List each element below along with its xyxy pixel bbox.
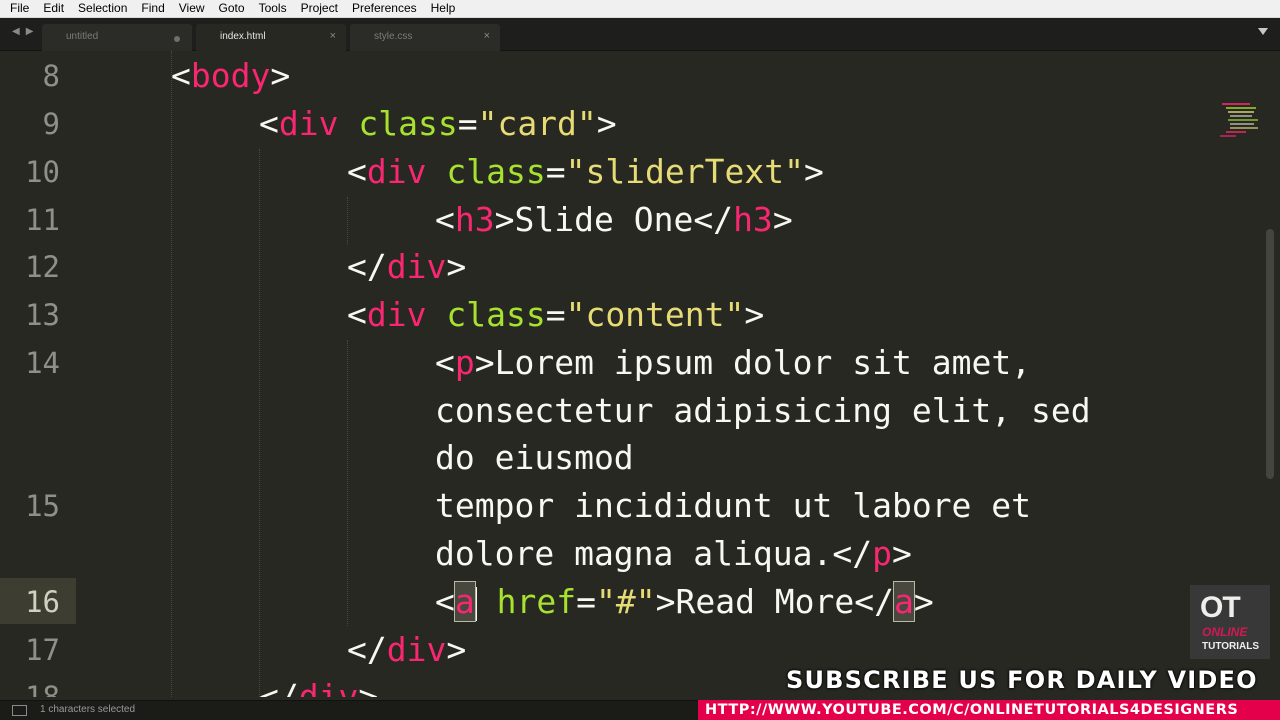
tab-untitled-label: untitled xyxy=(66,31,99,42)
vertical-scrollbar[interactable] xyxy=(1266,229,1274,479)
code-line-10: <div class="sliderText"> xyxy=(347,152,824,191)
indent-guide xyxy=(171,51,172,697)
tag-name: h3 xyxy=(733,200,773,239)
tag-name-matched: a xyxy=(893,581,915,622)
indent-guide xyxy=(347,340,348,626)
text-content: consectetur adipisicing elit, sed xyxy=(435,391,1091,430)
tag-name-selected: a xyxy=(453,581,476,622)
tag-name: div xyxy=(386,630,447,669)
attribute-value: "#" xyxy=(595,582,656,621)
attribute-name: class xyxy=(358,104,458,143)
attribute-value: "sliderText" xyxy=(565,152,804,191)
code-line-14: <p>Lorem ipsum dolor sit amet, xyxy=(435,343,1032,382)
tab-style-label: style.css xyxy=(374,31,413,42)
tab-index-label: index.html xyxy=(220,31,266,42)
indent-guide xyxy=(259,149,260,697)
text-content: Slide One xyxy=(514,200,694,239)
close-icon[interactable]: × xyxy=(484,30,490,42)
attribute-name: class xyxy=(446,295,546,334)
code-line-9: <div class="card"> xyxy=(259,104,617,143)
code-line-8: <body> xyxy=(171,56,291,95)
code-line-13: <div class="content"> xyxy=(347,295,765,334)
subscribe-caption: SUBSCRIBE US FOR DAILY VIDEO xyxy=(786,666,1258,694)
panel-toggle-icon[interactable] xyxy=(12,705,27,716)
code-line-15-wrap: dolore magna aliqua.</p> xyxy=(435,534,912,573)
selection-status: 1 characters selected xyxy=(40,704,136,715)
tab-untitled[interactable]: untitled xyxy=(42,24,192,51)
tag-name: div xyxy=(366,295,427,334)
text-cursor xyxy=(474,586,477,621)
attribute-name: href xyxy=(496,582,577,621)
logo-tutorials: TUTORIALS xyxy=(1202,641,1260,652)
tab-style-css[interactable]: style.css × xyxy=(350,24,500,51)
code-line-16: <a href="#">Read More</a> xyxy=(435,581,934,622)
menu-goto[interactable]: Goto xyxy=(212,0,252,18)
menu-selection[interactable]: Selection xyxy=(71,0,134,18)
text-content: Read More xyxy=(675,582,855,621)
attribute-name: class xyxy=(446,152,546,191)
code-line-11: <h3>Slide One</h3> xyxy=(435,200,793,239)
menu-find[interactable]: Find xyxy=(134,0,171,18)
code-area[interactable]: <body> <div class="card"> <div class="sl… xyxy=(0,51,1200,697)
text-content: Lorem ipsum dolor sit amet, xyxy=(494,343,1032,382)
menu-project[interactable]: Project xyxy=(294,0,345,18)
menu-edit[interactable]: Edit xyxy=(36,0,71,18)
tab-bar: ◀ ▶ untitled index.html × style.css × xyxy=(0,18,1280,51)
code-line-15: tempor incididunt ut labore et xyxy=(435,482,1031,530)
code-editor[interactable]: 8 9 10 11 12 13 14 15 16 17 18 <body> <d… xyxy=(0,51,1280,697)
tag-name: body xyxy=(190,56,271,95)
tab-overflow-icon[interactable] xyxy=(1258,28,1268,35)
channel-logo: OT ONLINE TUTORIALS xyxy=(1190,585,1270,659)
tag-name: div xyxy=(386,247,447,286)
menu-help[interactable]: Help xyxy=(424,0,463,18)
logo-online: ONLINE xyxy=(1202,625,1248,639)
code-line-17: </div> xyxy=(347,630,467,669)
close-icon[interactable]: × xyxy=(330,30,336,42)
channel-url-banner: HTTP://WWW.YOUTUBE.COM/C/ONLINETUTORIALS… xyxy=(698,700,1280,720)
tag-name: h3 xyxy=(454,200,495,239)
tab-back-icon[interactable]: ◀ xyxy=(12,26,20,37)
tag-name: p xyxy=(454,343,475,382)
menu-view[interactable]: View xyxy=(172,0,212,18)
menu-bar: File Edit Selection Find View Goto Tools… xyxy=(0,0,1280,18)
code-line-18: </div> xyxy=(259,673,378,697)
tab-nav-arrows: ◀ ▶ xyxy=(12,26,33,37)
text-content: do eiusmod xyxy=(435,438,634,477)
attribute-value: "card" xyxy=(477,104,597,143)
tab-forward-icon[interactable]: ▶ xyxy=(26,26,34,37)
code-line-12: </div> xyxy=(347,247,467,286)
indent-guide xyxy=(347,197,348,245)
tag-name: p xyxy=(872,534,892,573)
minimap[interactable] xyxy=(1216,101,1264,145)
text-content: tempor incididunt ut labore et xyxy=(435,486,1032,525)
tag-name: div xyxy=(278,104,339,143)
menu-tools[interactable]: Tools xyxy=(252,0,294,18)
attribute-value: "content" xyxy=(565,295,745,334)
code-line-14-wrap: do eiusmod xyxy=(435,434,634,482)
menu-file[interactable]: File xyxy=(3,0,36,18)
unsaved-dot-icon[interactable] xyxy=(174,36,180,42)
text-content: dolore magna aliqua. xyxy=(435,534,833,573)
tag-name: div xyxy=(298,677,359,697)
logo-ot: OT xyxy=(1200,591,1241,624)
tab-index-html[interactable]: index.html × xyxy=(196,24,346,51)
tag-name: div xyxy=(366,152,427,191)
code-line-14-wrap: consectetur adipisicing elit, sed xyxy=(435,387,1091,435)
menu-preferences[interactable]: Preferences xyxy=(345,0,424,18)
